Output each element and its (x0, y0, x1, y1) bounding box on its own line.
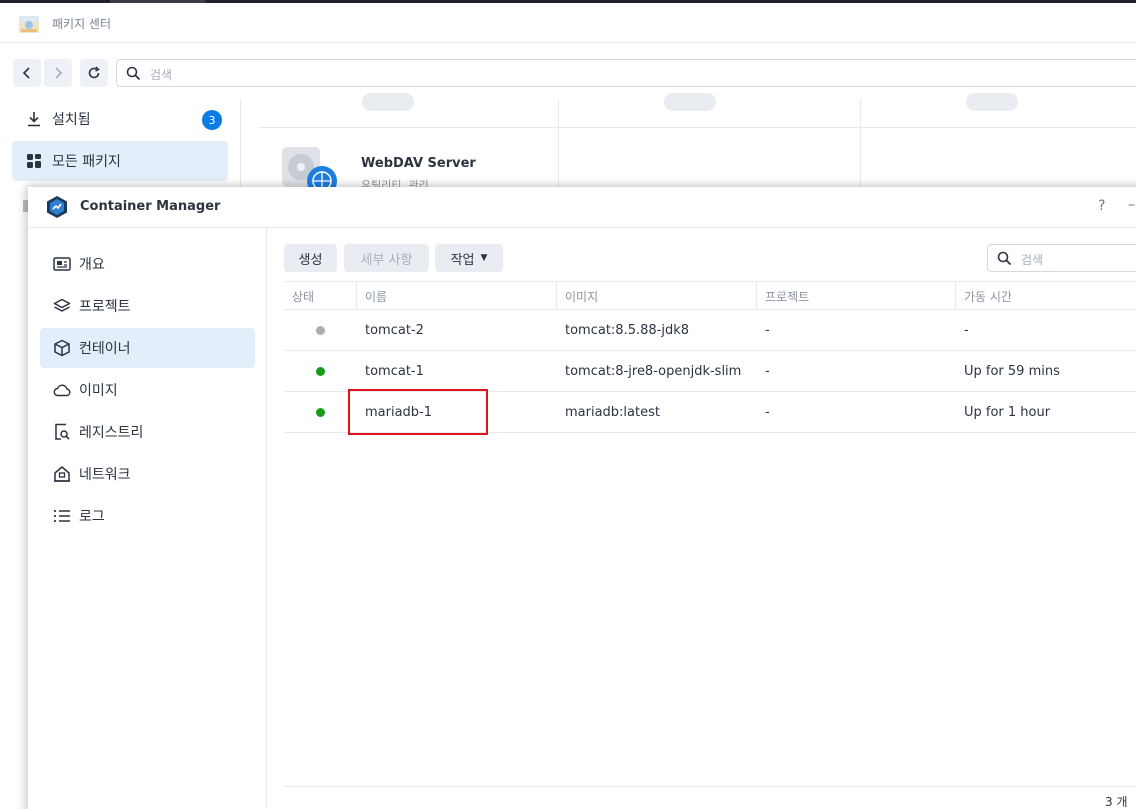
sidebar-item-label: 모든 패키지 (52, 154, 121, 170)
sidebar-item-log[interactable]: 로그 (40, 496, 255, 536)
sidebar-item-overview[interactable]: 개요 (40, 244, 255, 284)
forward-button[interactable] (44, 59, 72, 87)
divider (258, 127, 1136, 128)
installed-count-badge: 3 (202, 110, 222, 130)
table-row[interactable]: tomcat-1 tomcat:8-jre8-openjdk-slim - Up fo… (284, 351, 1136, 392)
sidebar-item-installed[interactable]: 설치됨 3 (12, 99, 228, 139)
container-manager-logo-icon (46, 195, 68, 223)
action-dropdown-button[interactable]: 작업 ▼ (435, 244, 503, 272)
search-icon (997, 251, 1012, 266)
column-header-status[interactable]: 상태 (292, 288, 314, 305)
package-open-button[interactable] (966, 93, 1018, 111)
table-header: 상태 이름 이미지 프로젝트 가동 시간 (284, 281, 1136, 310)
minimize-button[interactable]: – (1128, 197, 1135, 213)
divider (558, 99, 559, 189)
sidebar-item-container[interactable]: 컨테이너 (40, 328, 255, 368)
refresh-icon (88, 66, 100, 79)
action-label: 작업 (450, 252, 475, 268)
package-open-button[interactable] (362, 93, 414, 111)
container-manager-titlebar: Container Manager ? – (28, 187, 1136, 228)
network-house-icon (54, 466, 70, 482)
column-header-name[interactable]: 이름 (365, 288, 387, 305)
container-image: mariadb:latest (565, 405, 660, 420)
sidebar-item-image[interactable]: 이미지 (40, 370, 255, 410)
sidebar-item-label: 컨테이너 (79, 341, 131, 357)
status-dot-icon (316, 326, 325, 335)
sidebar-item-label: 개요 (79, 257, 105, 273)
highlight-box (348, 389, 488, 435)
sidebar-item-registry[interactable]: 레지스트리 (40, 412, 255, 452)
refresh-button[interactable] (80, 59, 108, 87)
chevron-left-icon (22, 67, 30, 79)
column-header-image[interactable]: 이미지 (565, 288, 598, 305)
container-search-input[interactable]: 검색 (987, 244, 1136, 272)
status-dot-icon (316, 367, 325, 376)
cloud-icon (53, 384, 71, 397)
overview-card-icon (53, 257, 71, 271)
sidebar-item-label: 레지스트리 (79, 425, 144, 441)
search-icon (126, 66, 141, 81)
sidebar-item-label: 로그 (79, 509, 105, 525)
package-name[interactable]: WebDAV Server (361, 156, 476, 171)
container-list-panel: 생성 세부 사항 작업 ▼ 검색 상태 이름 이미지 프로젝트 가동 시간 to… (267, 228, 1136, 809)
back-button[interactable] (13, 59, 41, 87)
help-button[interactable]: ? (1098, 198, 1105, 214)
container-uptime: Up for 1 hour (964, 405, 1051, 420)
table-row[interactable]: tomcat-2 tomcat:8.5.88-jdk8 - - (284, 310, 1136, 351)
column-header-uptime[interactable]: 가동 시간 (964, 288, 1012, 305)
container-uptime: - (964, 323, 969, 338)
chevron-right-icon (55, 67, 63, 79)
create-button[interactable]: 생성 (284, 244, 337, 272)
package-center-toolbar: 검색 (0, 43, 1136, 99)
container-manager-window: Container Manager ? – 개요 프로젝트 컨테이너 이미지 레… (28, 187, 1136, 809)
download-icon (28, 112, 40, 127)
container-image: tomcat:8-jre8-openjdk-slim (565, 364, 742, 379)
container-name: tomcat-1 (365, 364, 424, 379)
sidebar-item-project[interactable]: 프로젝트 (40, 286, 255, 326)
package-center-app-icon (18, 13, 40, 35)
container-manager-sidebar: 개요 프로젝트 컨테이너 이미지 레지스트리 네트워크 로그 (28, 228, 267, 809)
sidebar-item-label: 이미지 (79, 383, 118, 399)
sidebar-item-label: 네트워크 (79, 467, 131, 483)
details-button[interactable]: 세부 사항 (344, 244, 429, 272)
sidebar-item-label: 설치됨 (52, 112, 91, 128)
layers-icon (53, 298, 71, 312)
package-search-input[interactable]: 검색 (116, 59, 1136, 87)
container-project: - (765, 323, 770, 338)
item-count: 3 개 (1105, 795, 1128, 809)
webdav-server-icon (280, 145, 340, 196)
divider (860, 99, 861, 189)
package-center-titlebar: 패키지 센터 (0, 3, 1136, 43)
sidebar-item-all-packages[interactable]: 모든 패키지 (12, 141, 228, 181)
cube-icon (54, 339, 70, 357)
window-title: Container Manager (80, 199, 221, 214)
container-image: tomcat:8.5.88-jdk8 (565, 323, 690, 338)
caret-down-icon: ▼ (480, 253, 488, 263)
search-placeholder: 검색 (150, 68, 173, 82)
sidebar-item-label: 프로젝트 (79, 299, 131, 315)
list-icon (54, 510, 70, 522)
search-placeholder: 검색 (1021, 253, 1044, 267)
grid-icon (27, 154, 41, 168)
status-dot-icon (316, 408, 325, 417)
container-project: - (765, 405, 770, 420)
container-project: - (765, 364, 770, 379)
package-center-title: 패키지 센터 (52, 17, 112, 31)
column-header-project[interactable]: 프로젝트 (765, 288, 809, 305)
registry-search-icon (55, 423, 70, 440)
divider (284, 786, 1136, 787)
package-open-button[interactable] (664, 93, 716, 111)
container-uptime: Up for 59 mins (964, 364, 1060, 379)
container-name: tomcat-2 (365, 323, 424, 338)
sidebar-item-network[interactable]: 네트워크 (40, 454, 255, 494)
